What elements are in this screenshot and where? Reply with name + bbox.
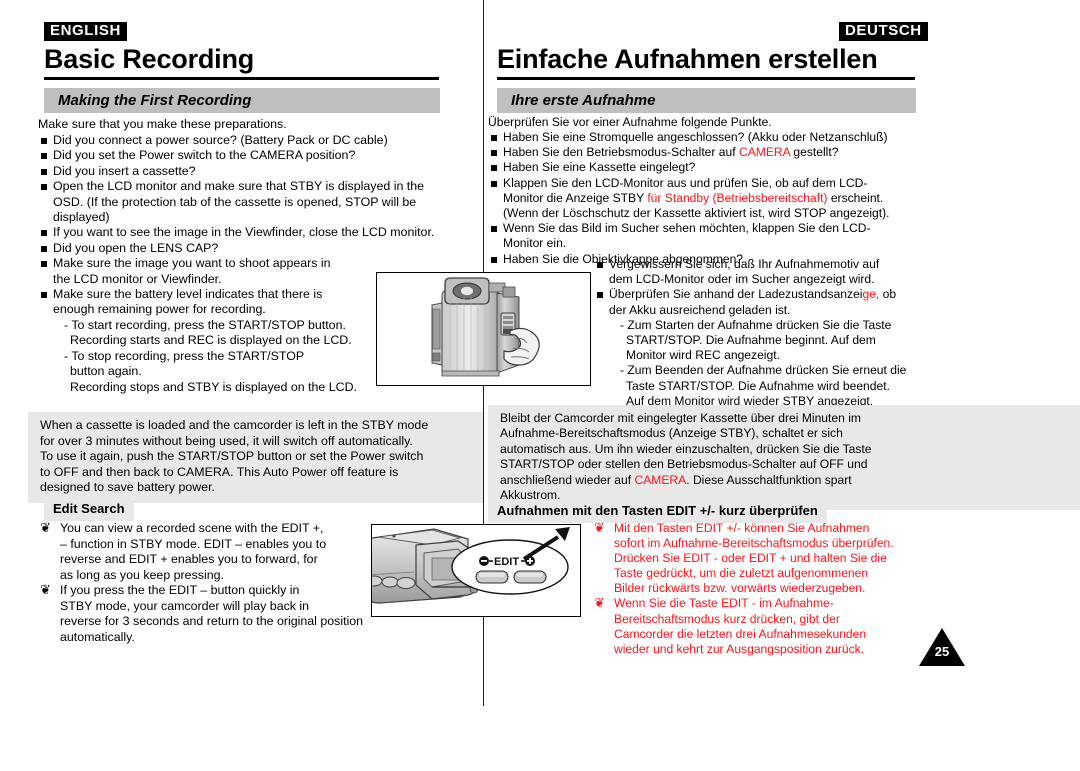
body-text: Haben Sie den Betriebsmodus-Schalter auf (503, 145, 739, 160)
note-box-english: When a cassette is loaded and the camcor… (28, 412, 483, 503)
body-text: START/STOP oder stellen den Betriebsmodu… (500, 457, 868, 472)
list-item: Monitor ein. (488, 236, 1080, 251)
subsection-label-english: Edit Search (44, 498, 134, 521)
body-text: Überprüfen Sie anhand der Ladezustandsan… (609, 287, 863, 302)
section-header-english: Making the First Recording (44, 88, 440, 113)
list-item: Wenn Sie die Taste EDIT - im Aufnahme- (592, 595, 1080, 611)
language-tag-english: ENGLISH (44, 22, 127, 41)
list-item: automatically. (60, 629, 135, 644)
list-item: Camcorder die letzten drei Aufnahmesekun… (614, 626, 867, 641)
list-item: Did you set the Power switch to the CAME… (38, 148, 483, 163)
note-line: Bleibt der Camcorder mit eingelegter Kas… (500, 411, 1070, 426)
list-item: Taste START/STOP. Die Aufnahme wird been… (594, 379, 1080, 394)
body-text: Klappen Sie den LCD-Monitor aus und prüf… (503, 175, 868, 190)
list-item: Haben Sie eine Stromquelle angeschlossen… (488, 130, 1080, 145)
list-item: If you want to see the image in the View… (38, 225, 483, 240)
note-line: anschließend wieder auf CAMERA. Diese Au… (500, 473, 1070, 488)
body-text: START/STOP. Die Aufnahme beginnt. Auf de… (626, 333, 876, 348)
list-item: (Wenn der Löschschutz der Kassette aktiv… (488, 206, 1080, 221)
list-item: Klappen Sie den LCD-Monitor aus und prüf… (488, 176, 1080, 191)
list-item: Did you insert a cassette? (38, 164, 483, 179)
body-text: (Wenn der Löschschutz der Kassette aktiv… (503, 206, 890, 221)
body-text: - Zum Beenden der Aufnahme drücken Sie e… (620, 363, 907, 378)
page-title-english: Basic Recording (44, 44, 255, 74)
edit-search-list-german: Mit den Tasten EDIT +/- können Sie Aufna… (592, 520, 1080, 657)
list-item: Haben Sie den Betriebsmodus-Schalter auf… (488, 145, 1080, 160)
title-rule-german (497, 77, 915, 80)
list-item: displayed) (53, 210, 110, 225)
language-tag-german: DEUTSCH (839, 22, 928, 41)
list-item: Monitor wird REC angezeigt. (594, 348, 1080, 363)
list-item: wieder und kehrt zur Ausgangsposition zu… (614, 641, 865, 656)
list-item: dem LCD-Monitor oder im Sucher angezeigt… (594, 272, 1080, 287)
lead-text-german: Überprüfen Sie vor einer Aufnahme folgen… (488, 115, 772, 129)
list-item: Bilder rückwärts bzw. vorwärts wiederzug… (614, 581, 866, 596)
note-box-german: Bleibt der Camcorder mit eingelegter Kas… (488, 405, 1080, 511)
figure-edit-buttons: EDIT (371, 524, 581, 617)
body-text: - Zum Starten der Aufnahme drücken Sie d… (620, 317, 892, 332)
body-text: Aufnahme-Bereitschaftsmodus (Anzeige STB… (500, 426, 843, 441)
body-text: ob (879, 287, 897, 302)
body-text: Vergewissern Sie sich, daß Ihr Aufnahmem… (609, 257, 880, 271)
highlight-text: CAMERA (738, 145, 791, 160)
section-header-german: Ihre erste Aufnahme (497, 88, 916, 113)
body-text: Bleibt der Camcorder mit eingelegter Kas… (500, 411, 861, 425)
highlight-text: ge, (862, 287, 880, 302)
list-item: Taste gedrückt, um die zuletzt aufgenomm… (614, 566, 869, 581)
body-text: dem LCD-Monitor oder im Sucher angezeigt… (609, 272, 875, 287)
list-item: Überprüfen Sie anhand der Ladezustandsan… (594, 287, 1080, 302)
camcorder-edit-illustration: EDIT (372, 527, 570, 604)
list-item: Vergewissern Sie sich, daß Ihr Aufnahmem… (594, 257, 1080, 272)
list-item: Monitor die Anzeige STBY für Standby (Be… (488, 191, 1080, 206)
list-item: Did you open the LENS CAP? (38, 241, 483, 256)
body-text: der Akku ausreichend geladen ist. (609, 302, 791, 317)
list-item: Open the LCD monitor and make sure that … (38, 179, 483, 194)
subsection-label-german: Aufnahmen mit den Tasten EDIT +/- kurz ü… (488, 500, 827, 523)
checklist-german: Haben Sie eine Stromquelle angeschlossen… (488, 130, 1080, 267)
manual-page: ENGLISH Basic Recording Making the First… (0, 0, 1080, 771)
list-item: START/STOP. Die Aufnahme beginnt. Auf de… (594, 333, 1080, 348)
body-text: Haben Sie eine Stromquelle angeschlossen… (503, 130, 888, 144)
highlight-text: CAMERA (634, 472, 687, 487)
list-item: - Zum Starten der Aufnahme drücken Sie d… (594, 318, 1080, 333)
page-title-german: Einfache Aufnahmen erstellen (497, 44, 878, 74)
list-item: Did you connect a power source? (Battery… (38, 133, 483, 148)
page-number-badge: 25 (919, 628, 965, 666)
body-text: Monitor wird REC angezeigt. (626, 348, 780, 363)
list-item: Haben Sie eine Kassette eingelegt? (488, 160, 1080, 175)
list-item: sofort im Aufnahme-Bereitschaftsmodus üb… (614, 536, 894, 551)
page-number-text: 25 (934, 644, 950, 659)
list-item: Mit den Tasten EDIT +/- können Sie Aufna… (592, 520, 1080, 536)
list-item: - Zum Beenden der Aufnahme drücken Sie e… (594, 363, 1080, 378)
body-text: Haben Sie eine Kassette eingelegt? (503, 160, 696, 175)
highlight-text: für Standby (Betriebsbereitschaft) (647, 190, 828, 205)
body-text: automatisch aus. Um ihn wieder einzuscha… (500, 441, 872, 456)
list-item: der Akku ausreichend geladen ist. (594, 303, 1080, 318)
note-line: automatisch aus. Um ihn wieder einzuscha… (500, 442, 1070, 457)
body-text: erscheint. (827, 190, 884, 205)
list-item: Drücken Sie EDIT - oder EDIT + und halte… (614, 551, 887, 566)
body-text: . Diese Ausschaltfunktion spart (686, 472, 852, 487)
svg-text:EDIT: EDIT (494, 556, 519, 568)
camcorder-recording-illustration (431, 277, 540, 377)
body-text: Monitor die Anzeige STBY (503, 190, 648, 205)
body-text: Monitor ein. (503, 236, 567, 251)
body-text: Wenn Sie das Bild im Sucher sehen möchte… (503, 221, 871, 236)
sub-checklist-german: Vergewissern Sie sich, daß Ihr Aufnahmem… (594, 257, 1080, 409)
body-text: Taste START/STOP. Die Aufnahme wird been… (626, 378, 890, 393)
list-item: Wenn Sie das Bild im Sucher sehen möchte… (488, 221, 1080, 236)
note-line: Aufnahme-Bereitschaftsmodus (Anzeige STB… (500, 426, 1070, 441)
list-item: Make sure the image you want to shoot ap… (38, 256, 483, 271)
body-text: anschließend wieder auf (500, 472, 635, 487)
body-text: gestellt? (790, 145, 839, 160)
figure-recording (376, 272, 591, 386)
note-line: START/STOP oder stellen den Betriebsmodu… (500, 457, 1070, 472)
list-item: Bereitschaftsmodus kurz drücken, gibt de… (614, 611, 840, 626)
title-rule-english (44, 77, 439, 80)
lead-text-english: Make sure that you make these preparatio… (38, 117, 287, 131)
list-item: OSD. (If the protection tab of the casse… (53, 194, 417, 209)
